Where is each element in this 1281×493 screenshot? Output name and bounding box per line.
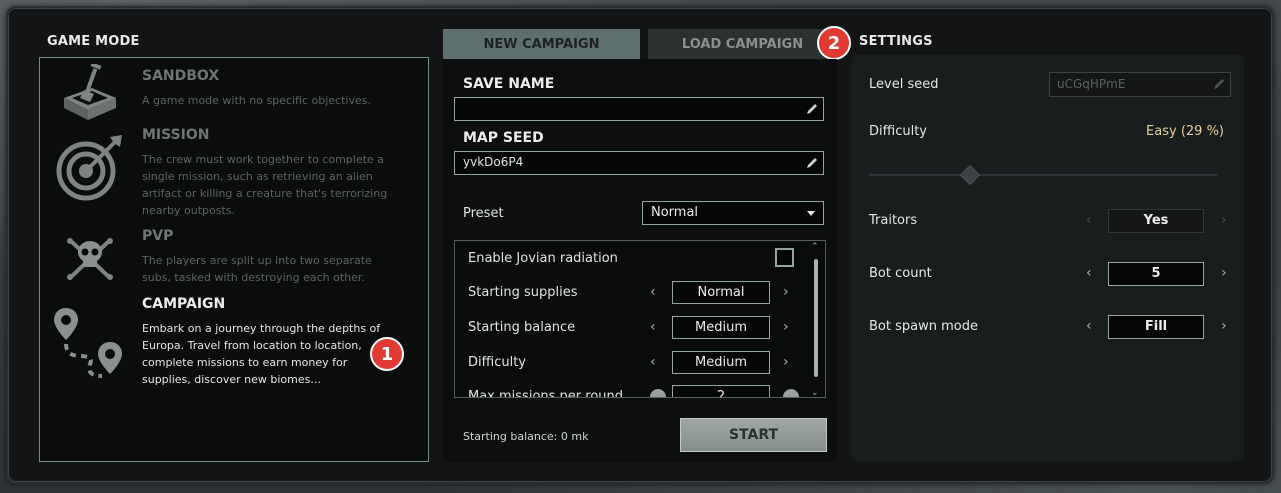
map-route-icon <box>50 304 130 378</box>
option-label: Max missions per round <box>468 389 624 398</box>
chevron-left-icon: ‹ <box>1086 212 1092 228</box>
game-mode-title: GAME MODE <box>47 34 140 49</box>
new-campaign-panel: SAVE NAME MAP SEED yvkDo6P4 Preset Norma… <box>443 59 837 462</box>
options-scrollbar[interactable]: ⌃ ⌄ <box>811 242 819 397</box>
chevron-right-icon: › <box>1221 212 1227 228</box>
mode-description: Embark on a journey through the depths o… <box>142 322 381 386</box>
map-seed-input[interactable]: yvkDo6P4 <box>454 151 824 175</box>
sandbox-shovel-icon <box>50 62 130 134</box>
campaign-options-list: Enable Jovian radiation Starting supplie… <box>454 240 826 398</box>
preset-dropdown[interactable]: Normal <box>642 201 824 225</box>
map-seed-value: yvkDo6P4 <box>463 155 524 169</box>
tab-load-campaign[interactable]: LOAD CAMPAIGN <box>648 29 837 59</box>
traitors-value: Yes <box>1108 209 1204 233</box>
settings-panel: Level seed uCGqHPmE Difficulty Easy (29 … <box>851 55 1244 461</box>
pencil-icon <box>807 158 817 168</box>
mode-sandbox[interactable]: SANDBOX A game mode with no specific obj… <box>40 62 428 126</box>
supplies-value: Normal <box>672 281 770 304</box>
jovian-radiation-checkbox[interactable] <box>775 248 794 267</box>
difficulty-value: Medium <box>672 351 770 374</box>
bot-count-value: 5 <box>1108 262 1204 286</box>
level-seed-label: Level seed <box>869 77 939 92</box>
pencil-icon <box>1214 79 1224 89</box>
chevron-left-icon[interactable]: ‹ <box>650 354 656 370</box>
mode-mission[interactable]: MISSION The crew must work together to c… <box>40 127 428 217</box>
settings-title: SETTINGS <box>859 34 933 49</box>
save-name-label: SAVE NAME <box>463 76 555 92</box>
plus-icon[interactable] <box>783 389 799 397</box>
difficulty-value: Easy (29 %) <box>1146 124 1224 139</box>
level-seed-value: uCGqHPmE <box>1057 77 1126 91</box>
minus-icon[interactable] <box>650 389 666 397</box>
mode-description: A game mode with no specific objectives. <box>142 94 371 107</box>
chevron-left-icon[interactable]: ‹ <box>650 319 656 335</box>
option-max-missions: Max missions per round 2 <box>468 385 799 398</box>
max-missions-value: 2 <box>672 385 770 397</box>
difficulty-slider-track <box>869 174 1217 176</box>
scroll-up-icon[interactable]: ⌃ <box>811 242 819 252</box>
scroll-down-icon[interactable]: ⌄ <box>811 388 819 397</box>
chevron-right-icon[interactable]: › <box>783 354 789 370</box>
mode-title: SANDBOX <box>142 68 220 84</box>
option-label: Starting supplies <box>468 285 578 300</box>
option-starting-supplies: Starting supplies ‹ Normal › <box>468 281 798 307</box>
bot-count-label: Bot count <box>869 266 932 281</box>
option-starting-balance: Starting balance ‹ Medium › <box>468 316 798 342</box>
option-difficulty: Difficulty ‹ Medium › <box>468 351 798 377</box>
starting-balance-text: Starting balance: 0 mk <box>463 430 589 443</box>
option-label: Starting balance <box>468 320 576 335</box>
option-label: Enable Jovian radiation <box>468 251 618 266</box>
chevron-right-icon[interactable]: › <box>783 319 789 335</box>
mode-campaign[interactable]: CAMPAIGN Embark on a journey through the… <box>40 296 428 386</box>
mode-title: MISSION <box>142 127 210 143</box>
target-icon <box>50 133 130 203</box>
chevron-left-icon[interactable]: ‹ <box>1086 265 1092 281</box>
map-seed-label: MAP SEED <box>463 130 544 146</box>
save-name-input[interactable] <box>454 97 824 121</box>
mode-title: PVP <box>142 228 174 244</box>
level-seed-input: uCGqHPmE <box>1049 72 1231 97</box>
game-mode-panel: SANDBOX A game mode with no specific obj… <box>39 57 429 462</box>
preset-value: Normal <box>651 205 699 220</box>
balance-value: Medium <box>672 316 770 339</box>
difficulty-slider-thumb <box>959 164 981 186</box>
mode-description: The crew must work together to complete … <box>142 153 388 217</box>
mode-title: CAMPAIGN <box>142 296 226 312</box>
chevron-right-icon[interactable]: › <box>1221 265 1227 281</box>
bot-spawn-label: Bot spawn mode <box>869 319 978 334</box>
chevron-right-icon[interactable]: › <box>1221 318 1227 334</box>
traitors-label: Traitors <box>869 213 918 228</box>
pencil-icon <box>807 104 817 114</box>
annotation-badge-1: 1 <box>370 337 404 371</box>
skull-crossbones-icon <box>50 226 130 296</box>
mode-description: The players are split up into two separa… <box>142 254 372 284</box>
chevron-down-icon <box>807 211 815 216</box>
preset-label: Preset <box>463 206 504 221</box>
chevron-right-icon[interactable]: › <box>783 284 789 300</box>
difficulty-label: Difficulty <box>869 124 927 139</box>
bot-spawn-value: Fill <box>1108 315 1204 339</box>
chevron-left-icon[interactable]: ‹ <box>1086 318 1092 334</box>
annotation-badge-2: 2 <box>817 26 851 60</box>
tab-new-campaign[interactable]: NEW CAMPAIGN <box>443 29 640 59</box>
mode-pvp[interactable]: PVP The players are split up into two se… <box>40 228 428 286</box>
option-label: Difficulty <box>468 355 526 370</box>
option-jovian-radiation: Enable Jovian radiation <box>468 247 798 273</box>
scroll-thumb[interactable] <box>814 259 818 377</box>
chevron-left-icon[interactable]: ‹ <box>650 284 656 300</box>
start-button[interactable]: START <box>680 418 827 452</box>
